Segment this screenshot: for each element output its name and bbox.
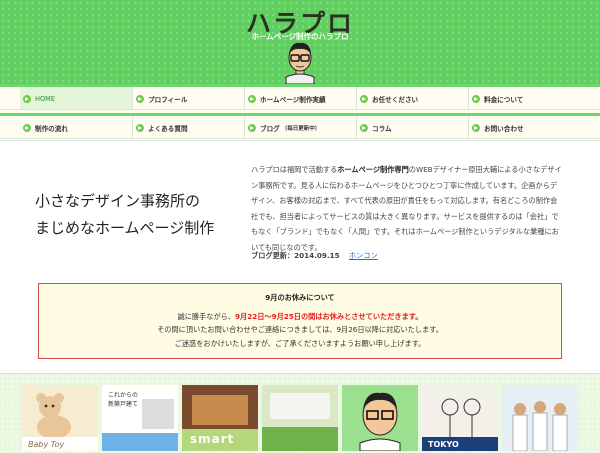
- blog-post-link[interactable]: ホンコン: [349, 251, 378, 260]
- notice-line-3: ご迷惑をおかけいたしますが、ご了承くださいますようお願い申し上げます。: [174, 338, 426, 348]
- nav-row-2: 制作の流れ よくある質問 ブログ （毎日更新中） コラム お問い合わせ: [0, 113, 600, 139]
- arrow-icon: [136, 94, 144, 103]
- nav-column[interactable]: コラム: [356, 116, 468, 139]
- work-thumb-1[interactable]: Baby Toy: [22, 385, 98, 451]
- illustration-image: TOKYO: [422, 398, 498, 451]
- arrow-icon: [472, 94, 480, 103]
- svg-text:Baby Toy: Baby Toy: [28, 440, 65, 449]
- work-thumb-7[interactable]: [502, 385, 578, 451]
- work-caption: TOKYO: [428, 440, 459, 449]
- global-nav: HOME プロフィール ホームページ制作実績 お任せください 料金について 制作…: [0, 84, 600, 141]
- nav-blog-note: （毎日更新中）: [281, 125, 321, 132]
- nav-profile[interactable]: プロフィール: [132, 87, 244, 110]
- arrow-icon: [472, 123, 480, 132]
- blog-date: 2014.09.15: [294, 251, 340, 260]
- hero-line-2: まじめなホームページ制作: [35, 219, 215, 237]
- nav-service[interactable]: お任せください: [356, 87, 468, 110]
- hero-heading: 小さなデザイン事務所の まじめなホームページ制作: [35, 188, 214, 242]
- notice-line-1: 誠に勝手ながら、9月22日～9月25日の間はお休みとさせていただきます。: [177, 311, 423, 321]
- nav-faq[interactable]: よくある質問: [132, 116, 244, 139]
- intro-description: ハラプロは福岡で活動するホームページ制作専門のWEBデザイナー原田大輔による小さ…: [251, 165, 562, 252]
- work-caption: これからの新築戸建て: [108, 392, 139, 408]
- arrow-icon: [136, 123, 144, 132]
- arrow-icon: [248, 94, 256, 103]
- arrow-icon: [360, 94, 368, 103]
- nav-contact[interactable]: お問い合わせ: [468, 116, 580, 139]
- staff-photo-image: [512, 401, 568, 451]
- work-thumb-3[interactable]: smart: [182, 385, 258, 451]
- arrow-icon: [360, 123, 368, 132]
- avatar: [285, 42, 315, 84]
- blog-update: ブログ更新：2014.09.15 ホンコン: [251, 251, 378, 260]
- avatar-image: [359, 392, 401, 451]
- work-thumb-6[interactable]: TOKYO: [422, 385, 498, 451]
- nav-price[interactable]: 料金について: [468, 87, 580, 110]
- holiday-notice: 9月のお休みについて 誠に勝手ながら、9月22日～9月25日の間はお休みとさせて…: [38, 283, 562, 359]
- nav-blog[interactable]: ブログ （毎日更新中）: [244, 116, 356, 139]
- arrow-icon: [248, 123, 256, 132]
- arrow-icon: [23, 123, 31, 132]
- arrow-icon: [23, 94, 31, 103]
- intro-section: 小さなデザイン事務所の まじめなホームページ制作 ハラプロは福岡で活動するホーム…: [0, 141, 600, 373]
- work-thumb-2[interactable]: これからの新築戸建て: [102, 385, 178, 451]
- notice-line-2: その間に頂いたお問い合わせやご連絡につきましては、9月26日以降に対応いたします…: [157, 325, 443, 334]
- nav-flow[interactable]: 制作の流れ: [20, 116, 132, 139]
- work-caption: smart: [190, 432, 235, 446]
- work-thumb-4[interactable]: [262, 385, 338, 451]
- nav-home[interactable]: HOME: [20, 87, 132, 110]
- nav-row-1: HOME プロフィール ホームページ制作実績 お任せください 料金について: [0, 84, 600, 110]
- site-header: ハラプロ ホームページ制作のハラプロ: [0, 0, 600, 84]
- hero-line-1: 小さなデザイン事務所の: [35, 192, 201, 210]
- work-thumb-5[interactable]: [342, 385, 418, 451]
- notice-title: 9月のお休みについて: [265, 293, 335, 302]
- nav-works[interactable]: ホームページ制作実績: [244, 87, 356, 110]
- works-gallery: Baby Toy これからの新築戸建て smart TOKYO: [0, 373, 600, 453]
- teddy-bear-image: Baby Toy: [22, 393, 98, 451]
